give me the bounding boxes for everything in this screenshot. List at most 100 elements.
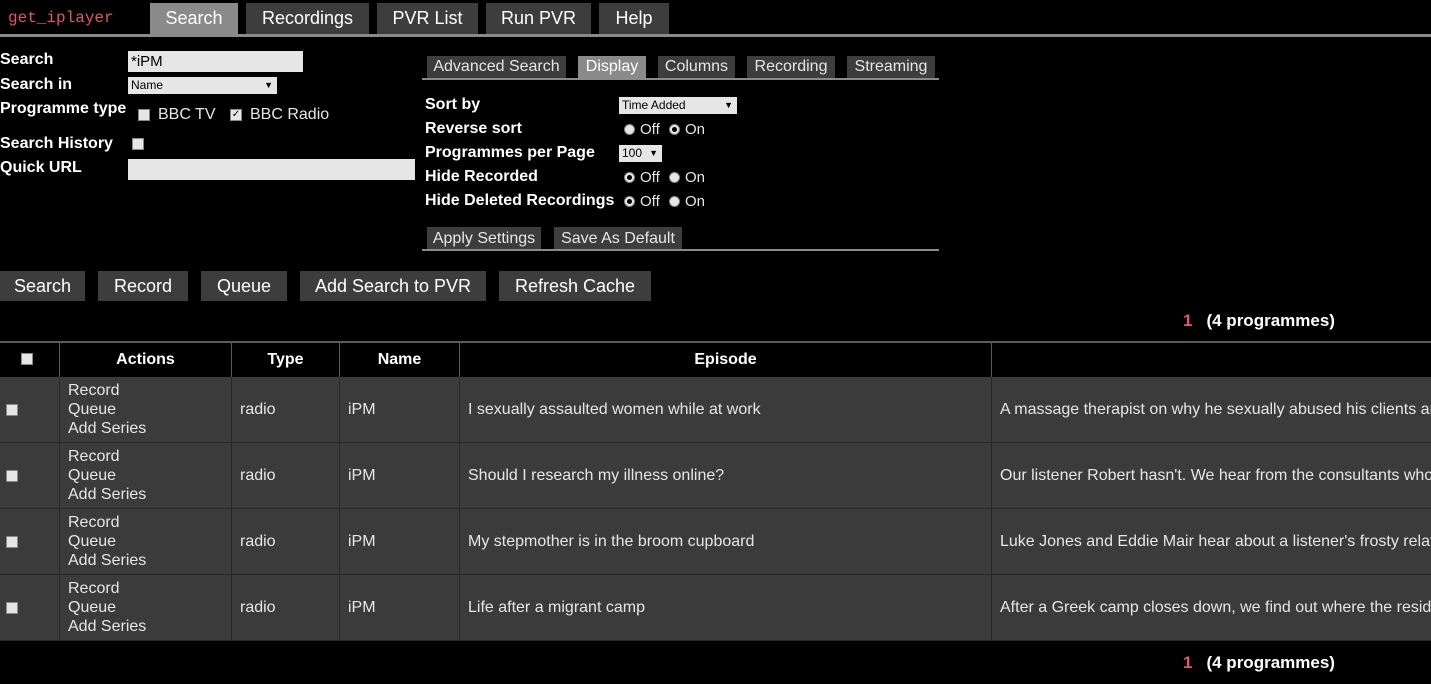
settings-tabs-divider	[422, 78, 939, 80]
record-button[interactable]: Record	[98, 271, 188, 301]
row-type: radio	[240, 533, 276, 550]
column-header-type[interactable]: Type	[232, 343, 340, 377]
reverse-sort-on-label: On	[685, 121, 706, 138]
hide-deleted-on-label: On	[685, 193, 706, 210]
column-header-description[interactable]	[992, 343, 1431, 377]
reverse-sort-label: Reverse sort	[425, 120, 522, 137]
bbc-radio-checkbox[interactable]: ✓	[230, 109, 242, 121]
hide-recorded-on-label: On	[685, 169, 706, 186]
row-episode[interactable]: I sexually assaulted women while at work	[468, 401, 761, 419]
row-name[interactable]: iPM	[348, 599, 376, 617]
row-name[interactable]: iPM	[348, 401, 376, 419]
nav-tab-run-pvr[interactable]: Run PVR	[486, 3, 591, 34]
programmes-per-page-label: Programmes per Page	[425, 144, 595, 161]
programmes-per-page-value: 100	[622, 146, 643, 160]
hide-recorded-label: Hide Recorded	[425, 168, 538, 185]
row-queue-link[interactable]: Queue	[68, 598, 146, 617]
row-episode[interactable]: Life after a migrant camp	[468, 599, 645, 617]
row-queue-link[interactable]: Queue	[68, 532, 146, 551]
search-in-value: Name	[131, 78, 164, 92]
row-queue-link[interactable]: Queue	[68, 400, 146, 419]
search-history-label: Search History	[0, 135, 113, 152]
programme-count: (4 programmes)	[1206, 311, 1335, 330]
row-checkbox[interactable]	[6, 404, 18, 416]
pager-top: 1 (4 programmes)	[1183, 311, 1335, 331]
row-add-series-link[interactable]: Add Series	[68, 617, 146, 636]
hide-deleted-off-radio[interactable]	[624, 196, 635, 207]
hide-deleted-on-radio[interactable]	[669, 196, 680, 207]
search-button[interactable]: Search	[0, 271, 85, 301]
tab-columns[interactable]: Columns	[658, 56, 735, 78]
apply-settings-button[interactable]: Apply Settings	[427, 227, 541, 250]
search-label: Search	[0, 51, 54, 68]
app-logo: get_iplayer	[8, 9, 114, 27]
reverse-sort-off-radio[interactable]	[624, 124, 635, 135]
row-episode[interactable]: My stepmother is in the broom cupboard	[468, 533, 754, 551]
nav-tab-help[interactable]: Help	[599, 3, 669, 34]
row-checkbox[interactable]	[6, 602, 18, 614]
row-type: radio	[240, 401, 276, 418]
sort-by-select[interactable]: Time Added ▼	[619, 97, 737, 114]
select-all-header	[0, 343, 60, 377]
hide-recorded-on-radio[interactable]	[669, 172, 680, 183]
row-episode[interactable]: Should I research my illness online?	[468, 467, 724, 485]
row-record-link[interactable]: Record	[68, 447, 146, 466]
hide-deleted-off-label: Off	[640, 193, 660, 210]
search-in-label: Search in	[0, 76, 73, 93]
row-checkbox[interactable]	[6, 470, 18, 482]
settings-bottom-divider	[422, 249, 939, 251]
column-header-actions[interactable]: Actions	[60, 343, 232, 377]
programmes-per-page-select[interactable]: 100 ▼	[619, 145, 662, 162]
tab-display[interactable]: Display	[578, 56, 646, 78]
row-record-link[interactable]: Record	[68, 513, 146, 532]
programme-count: (4 programmes)	[1206, 653, 1335, 672]
bbc-tv-checkbox[interactable]	[138, 109, 150, 121]
tab-streaming[interactable]: Streaming	[847, 56, 935, 78]
row-record-link[interactable]: Record	[68, 381, 146, 400]
column-header-name[interactable]: Name	[340, 343, 460, 377]
search-in-select[interactable]: Name ▼	[128, 77, 277, 94]
row-description: A massage therapist on why he sexually a…	[1000, 401, 1431, 418]
queue-button[interactable]: Queue	[201, 271, 287, 301]
search-input[interactable]: *iPM	[128, 51, 303, 72]
column-header-episode[interactable]: Episode	[460, 343, 992, 377]
save-as-default-button[interactable]: Save As Default	[554, 227, 682, 250]
row-description: Luke Jones and Eddie Mair hear about a l…	[1000, 533, 1431, 550]
select-all-checkbox[interactable]	[21, 353, 33, 365]
hide-deleted-label: Hide Deleted Recordings	[425, 192, 615, 209]
row-add-series-link[interactable]: Add Series	[68, 485, 146, 504]
row-checkbox[interactable]	[6, 536, 18, 548]
table-row: Record Queue Add Series radio iPM Should…	[0, 443, 1431, 509]
nav-tab-search[interactable]: Search	[150, 3, 238, 34]
pager-bottom: 1 (4 programmes)	[1183, 653, 1335, 673]
row-type: radio	[240, 467, 276, 484]
sort-by-label: Sort by	[425, 96, 481, 113]
nav-divider	[0, 34, 1431, 37]
nav-tab-recordings[interactable]: Recordings	[246, 3, 369, 34]
refresh-cache-button[interactable]: Refresh Cache	[499, 271, 651, 301]
quick-url-input[interactable]	[128, 159, 415, 180]
tab-recording[interactable]: Recording	[747, 56, 835, 78]
row-record-link[interactable]: Record	[68, 579, 146, 598]
table-row: Record Queue Add Series radio iPM Life a…	[0, 575, 1431, 641]
chevron-down-icon: ▼	[724, 100, 733, 110]
reverse-sort-on-radio[interactable]	[669, 124, 680, 135]
reverse-sort-off-label: Off	[640, 121, 660, 138]
row-queue-link[interactable]: Queue	[68, 466, 146, 485]
row-add-series-link[interactable]: Add Series	[68, 551, 146, 570]
row-add-series-link[interactable]: Add Series	[68, 419, 146, 438]
row-description: After a Greek camp closes down, we find …	[1000, 599, 1431, 616]
sort-by-value: Time Added	[622, 98, 686, 112]
chevron-down-icon: ▼	[264, 80, 273, 90]
hide-recorded-off-radio[interactable]	[624, 172, 635, 183]
row-name[interactable]: iPM	[348, 467, 376, 485]
add-search-to-pvr-button[interactable]: Add Search to PVR	[300, 271, 486, 301]
row-type: radio	[240, 599, 276, 616]
page-number-link[interactable]: 1	[1183, 653, 1192, 672]
nav-tab-pvr-list[interactable]: PVR List	[377, 3, 478, 34]
hide-recorded-off-label: Off	[640, 169, 660, 186]
page-number-link[interactable]: 1	[1183, 311, 1192, 330]
tab-advanced-search[interactable]: Advanced Search	[427, 56, 566, 78]
row-name[interactable]: iPM	[348, 533, 376, 551]
search-history-checkbox[interactable]	[132, 138, 144, 150]
